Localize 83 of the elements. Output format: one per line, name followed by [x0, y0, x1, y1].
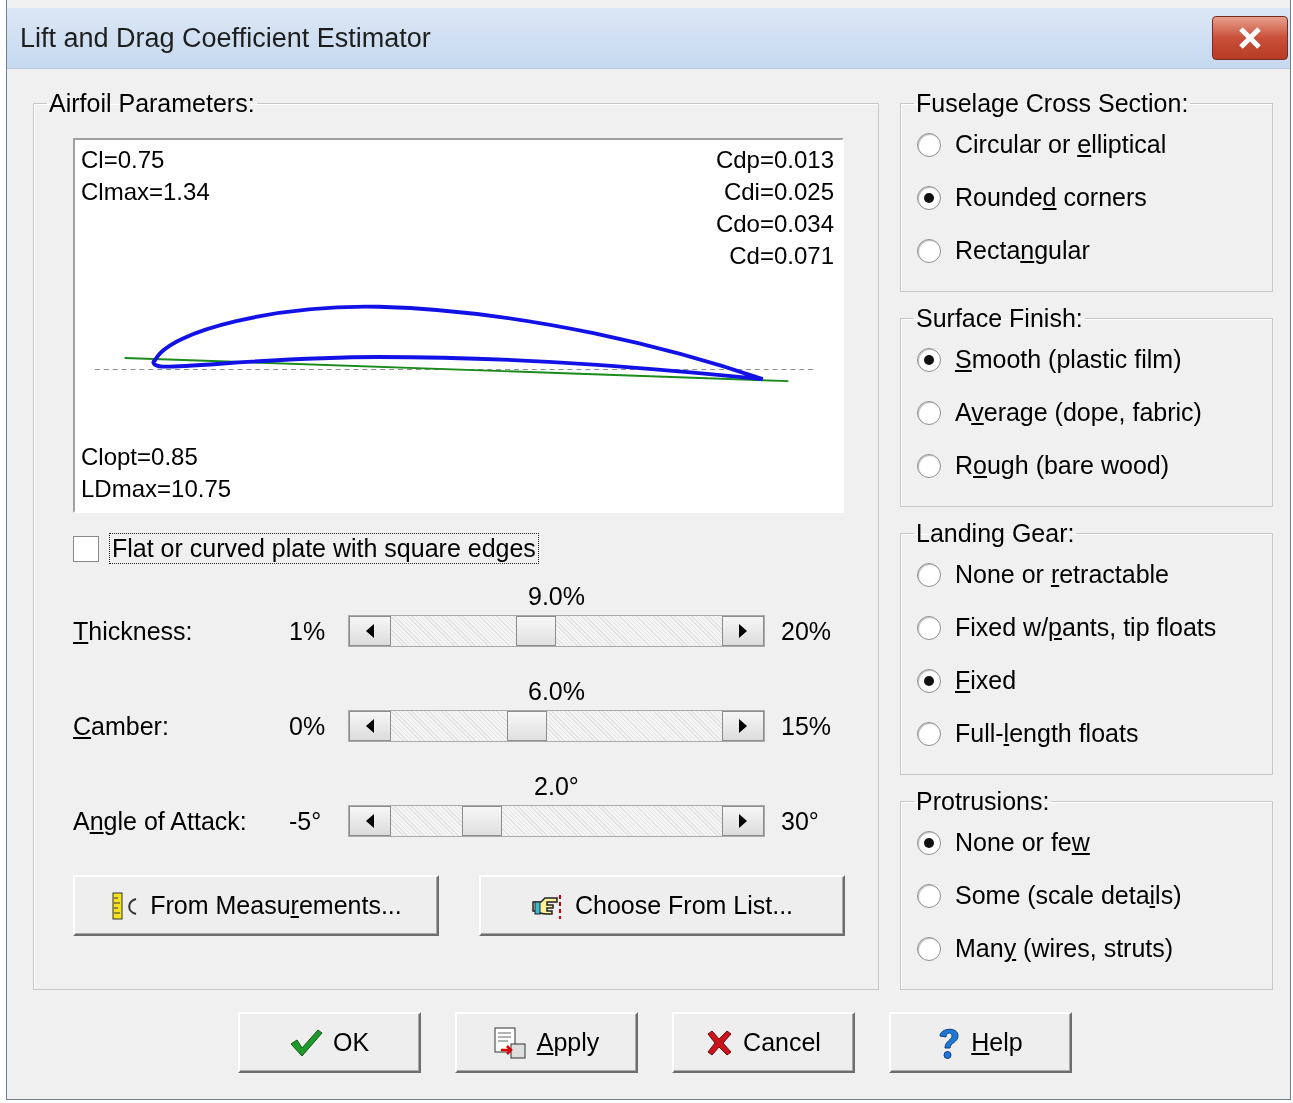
close-button[interactable] — [1212, 16, 1288, 60]
right-arrow-icon — [739, 814, 747, 828]
slider-value: 9.0% — [528, 582, 585, 611]
dialog-button[interactable]: Apply — [454, 1012, 638, 1073]
close-icon — [1237, 26, 1263, 50]
group-legend: Protrusions: — [914, 787, 1052, 816]
scroll-right-button[interactable] — [722, 616, 764, 646]
slider-label: Angle of Attack: — [73, 806, 248, 836]
group-legend: Airfoil Parameters: — [47, 89, 257, 118]
radio-button[interactable] — [917, 347, 941, 372]
right-arrow-icon — [739, 624, 747, 638]
radio-label[interactable]: Fixed — [955, 666, 1017, 695]
slider-track[interactable] — [348, 615, 765, 647]
left-arrow-icon — [366, 624, 374, 638]
radio-label[interactable]: None or retractable — [955, 560, 1169, 589]
radio-label[interactable]: Average (dope, fabric) — [955, 398, 1202, 427]
coefficient-readout: Cd=0.071 — [729, 241, 834, 271]
slider-thumb[interactable] — [515, 616, 556, 646]
scroll-left-button[interactable] — [349, 806, 391, 836]
coefficient-readout: Cdo=0.034 — [715, 209, 834, 239]
radio-label[interactable]: Some (scale details) — [955, 881, 1182, 910]
slider-track[interactable] — [348, 805, 765, 837]
slider-max: 15% — [781, 711, 833, 741]
scroll-left-button[interactable] — [349, 616, 391, 646]
slider-max: 30° — [781, 806, 820, 836]
radio-button[interactable] — [917, 453, 941, 478]
radio-button[interactable] — [917, 562, 941, 587]
radio-label[interactable]: Full-length floats — [955, 719, 1139, 748]
radio-label[interactable]: Smooth (plastic film) — [955, 345, 1182, 374]
slider-min: -5° — [289, 806, 323, 836]
slider-label: Camber: — [73, 711, 170, 741]
radio-button[interactable] — [917, 615, 941, 640]
scroll-right-button[interactable] — [722, 711, 764, 741]
left-arrow-icon — [366, 719, 374, 733]
slider-thumb[interactable] — [461, 806, 502, 836]
radio-button[interactable] — [917, 721, 941, 746]
radio-label[interactable]: Many (wires, struts) — [955, 934, 1174, 963]
radio-label[interactable]: None or few — [955, 828, 1090, 857]
dialog-button[interactable]: Cancel — [671, 1012, 855, 1073]
scroll-left-button[interactable] — [349, 711, 391, 741]
right-arrow-icon — [739, 719, 747, 733]
slider-value: 2.0° — [534, 772, 579, 801]
slider-value: 6.0% — [528, 677, 585, 706]
window-title: Lift and Drag Coefficient Estimator — [20, 22, 431, 54]
radio-button[interactable] — [917, 936, 941, 961]
radio-button[interactable] — [917, 132, 941, 157]
checkbox-label[interactable]: Flat or curved plate with square edges — [109, 533, 539, 564]
coefficient-readout: Clmax=1.34 — [81, 177, 210, 207]
coefficient-readout: Cdi=0.025 — [723, 177, 834, 207]
radio-label[interactable]: Rough (bare wood) — [955, 451, 1170, 480]
action-button[interactable]: From Measurements... — [73, 875, 439, 936]
document-icon — [492, 1025, 527, 1060]
radio-button[interactable] — [917, 238, 941, 263]
slider-max: 20% — [781, 616, 833, 646]
radio-label[interactable]: Fixed w/pants, tip floats — [955, 613, 1217, 642]
radio-button[interactable] — [917, 830, 941, 855]
action-button[interactable]: Choose From List... — [479, 875, 845, 936]
group-legend: Surface Finish: — [914, 304, 1085, 333]
radio-button[interactable] — [917, 400, 941, 425]
slider-label: Thickness: — [73, 616, 194, 646]
checkbox[interactable] — [73, 535, 99, 562]
slider-thumb[interactable] — [507, 711, 548, 741]
radio-button[interactable] — [917, 668, 941, 693]
slider-min: 1% — [289, 616, 327, 646]
coefficient-readout: Cl=0.75 — [81, 145, 165, 175]
dialog-button[interactable]: Help — [888, 1012, 1072, 1073]
scroll-right-button[interactable] — [722, 806, 764, 836]
coefficient-readout: LDmax=10.75 — [81, 474, 232, 504]
group-legend: Landing Gear: — [914, 519, 1077, 548]
slider-min: 0% — [289, 711, 327, 741]
radio-label[interactable]: Rectangular — [955, 236, 1090, 265]
left-arrow-icon — [366, 814, 374, 828]
radio-label[interactable]: Rounded corners — [955, 183, 1147, 212]
close-icon — [705, 1028, 734, 1057]
radio-button[interactable] — [917, 883, 941, 908]
slider-track[interactable] — [348, 710, 765, 742]
radio-label[interactable]: Circular or elliptical — [955, 130, 1167, 159]
dialog-button[interactable]: OK — [237, 1012, 421, 1073]
coefficient-readout: Cdp=0.013 — [715, 145, 834, 175]
checkmark-icon — [288, 1027, 323, 1058]
radio-button[interactable] — [917, 185, 941, 210]
group-legend: Fuselage Cross Section: — [914, 89, 1191, 118]
coefficient-readout: Clopt=0.85 — [81, 442, 198, 472]
